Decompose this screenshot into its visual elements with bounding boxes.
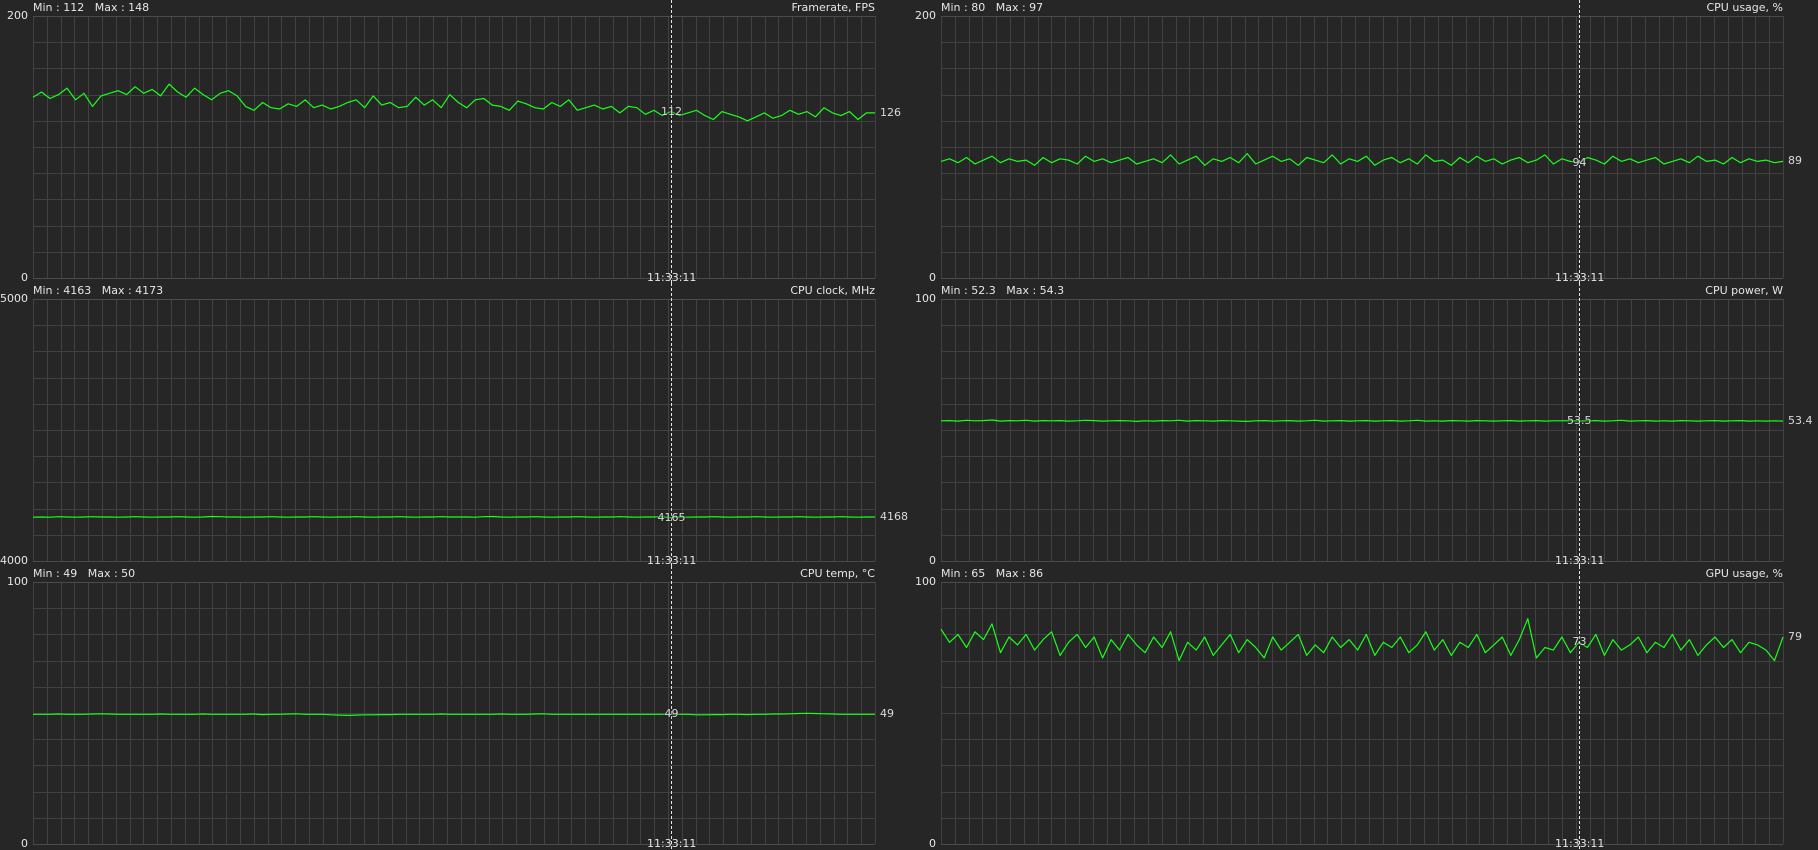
- current-value-label: 53.4: [1788, 414, 1813, 428]
- graph-panel-1[interactable]: Min : 80 Max : 97 CPU usage, % 200 0 89 94 11:…: [908, 0, 1818, 284]
- max-stat: Max : 86: [995, 567, 1044, 580]
- max-stat: Max : 97: [995, 1, 1044, 14]
- min-stat: Min : 80: [941, 1, 986, 14]
- min-max-stats: Min : 4163 Max : 4173: [33, 284, 163, 297]
- y-axis-max-label: 200: [7, 9, 28, 22]
- y-axis-max-label: 100: [915, 575, 936, 588]
- stat-gap: [77, 567, 88, 580]
- min-stat: Min : 112: [33, 1, 85, 14]
- graph-canvas: [32, 283, 876, 567]
- current-value-label: 49: [880, 707, 894, 721]
- min-max-stats: Min : 80 Max : 97: [941, 1, 1043, 14]
- graph-panel-2[interactable]: Min : 4163 Max : 4173 CPU clock, MHz 5000 4…: [0, 283, 915, 567]
- min-stat: Min : 65: [941, 567, 986, 580]
- graph-panel-4[interactable]: Min : 49 Max : 50 CPU temp, °C 100 0 49 49 11:…: [0, 566, 915, 850]
- current-value-label: 126: [880, 105, 901, 119]
- y-axis-min-label: 0: [929, 837, 936, 850]
- y-axis-max-label: 100: [7, 575, 28, 588]
- graph-canvas: [33, 566, 876, 850]
- cursor-value-label: 4165: [657, 510, 686, 524]
- min-max-stats: Min : 112 Max : 148: [33, 1, 149, 14]
- max-stat: Max : 50: [87, 567, 136, 580]
- min-max-stats: Min : 52.3 Max : 54.3: [941, 284, 1064, 297]
- y-axis-max-label: 5000: [0, 292, 28, 305]
- cursor-time-label: 11:33:11: [1555, 837, 1605, 850]
- cursor-value-label: 49: [664, 707, 679, 721]
- stat-gap: [996, 284, 1007, 297]
- max-stat: Max : 4173: [101, 284, 164, 297]
- graph-title: Framerate, FPS: [791, 1, 875, 14]
- graph-panel-3[interactable]: Min : 52.3 Max : 54.3 CPU power, W 100 0 53.…: [908, 283, 1818, 567]
- graph-canvas: [32, 0, 876, 284]
- current-value-label: 79: [1788, 630, 1802, 644]
- min-stat: Min : 4163: [33, 284, 92, 297]
- stat-gap: [84, 1, 95, 14]
- cursor-time-label: 11:33:11: [647, 837, 697, 850]
- max-stat: Max : 54.3: [1006, 284, 1065, 297]
- cursor-value-label: 73: [1572, 635, 1587, 649]
- min-max-stats: Min : 49 Max : 50: [33, 567, 135, 580]
- current-value-label: 89: [1788, 154, 1802, 168]
- graph-title: CPU clock, MHz: [790, 284, 875, 297]
- graph-canvas: [940, 283, 1784, 567]
- y-axis-max-label: 200: [915, 9, 936, 22]
- y-axis-min-label: 0: [21, 837, 28, 850]
- graph-title: GPU usage, %: [1705, 567, 1783, 580]
- max-stat: Max : 148: [94, 1, 150, 14]
- stat-gap: [985, 567, 996, 580]
- graph-title: CPU power, W: [1705, 284, 1783, 297]
- stat-gap: [91, 284, 102, 297]
- min-max-stats: Min : 65 Max : 86: [941, 567, 1043, 580]
- graph-title: CPU temp, °C: [800, 567, 875, 580]
- min-stat: Min : 49: [33, 567, 78, 580]
- graph-canvas: [940, 566, 1784, 850]
- cursor-value-label: 94: [1572, 155, 1587, 169]
- graph-title: CPU usage, %: [1706, 1, 1783, 14]
- hardware-monitor-graphs: Min : 112 Max : 148 Framerate, FPS 200 0 126…: [0, 0, 1818, 850]
- graph-panel-0[interactable]: Min : 112 Max : 148 Framerate, FPS 200 0 126…: [0, 0, 915, 284]
- current-value-label: 4168: [880, 509, 908, 523]
- graph-panel-5[interactable]: Min : 65 Max : 86 GPU usage, % 100 0 79 73 11:…: [908, 566, 1818, 850]
- stat-gap: [985, 1, 996, 14]
- y-axis-max-label: 100: [915, 292, 936, 305]
- graph-canvas: [940, 0, 1784, 284]
- cursor-value-label: 53.5: [1567, 414, 1592, 428]
- cursor-value-label: 112: [661, 104, 682, 118]
- min-stat: Min : 52.3: [941, 284, 996, 297]
